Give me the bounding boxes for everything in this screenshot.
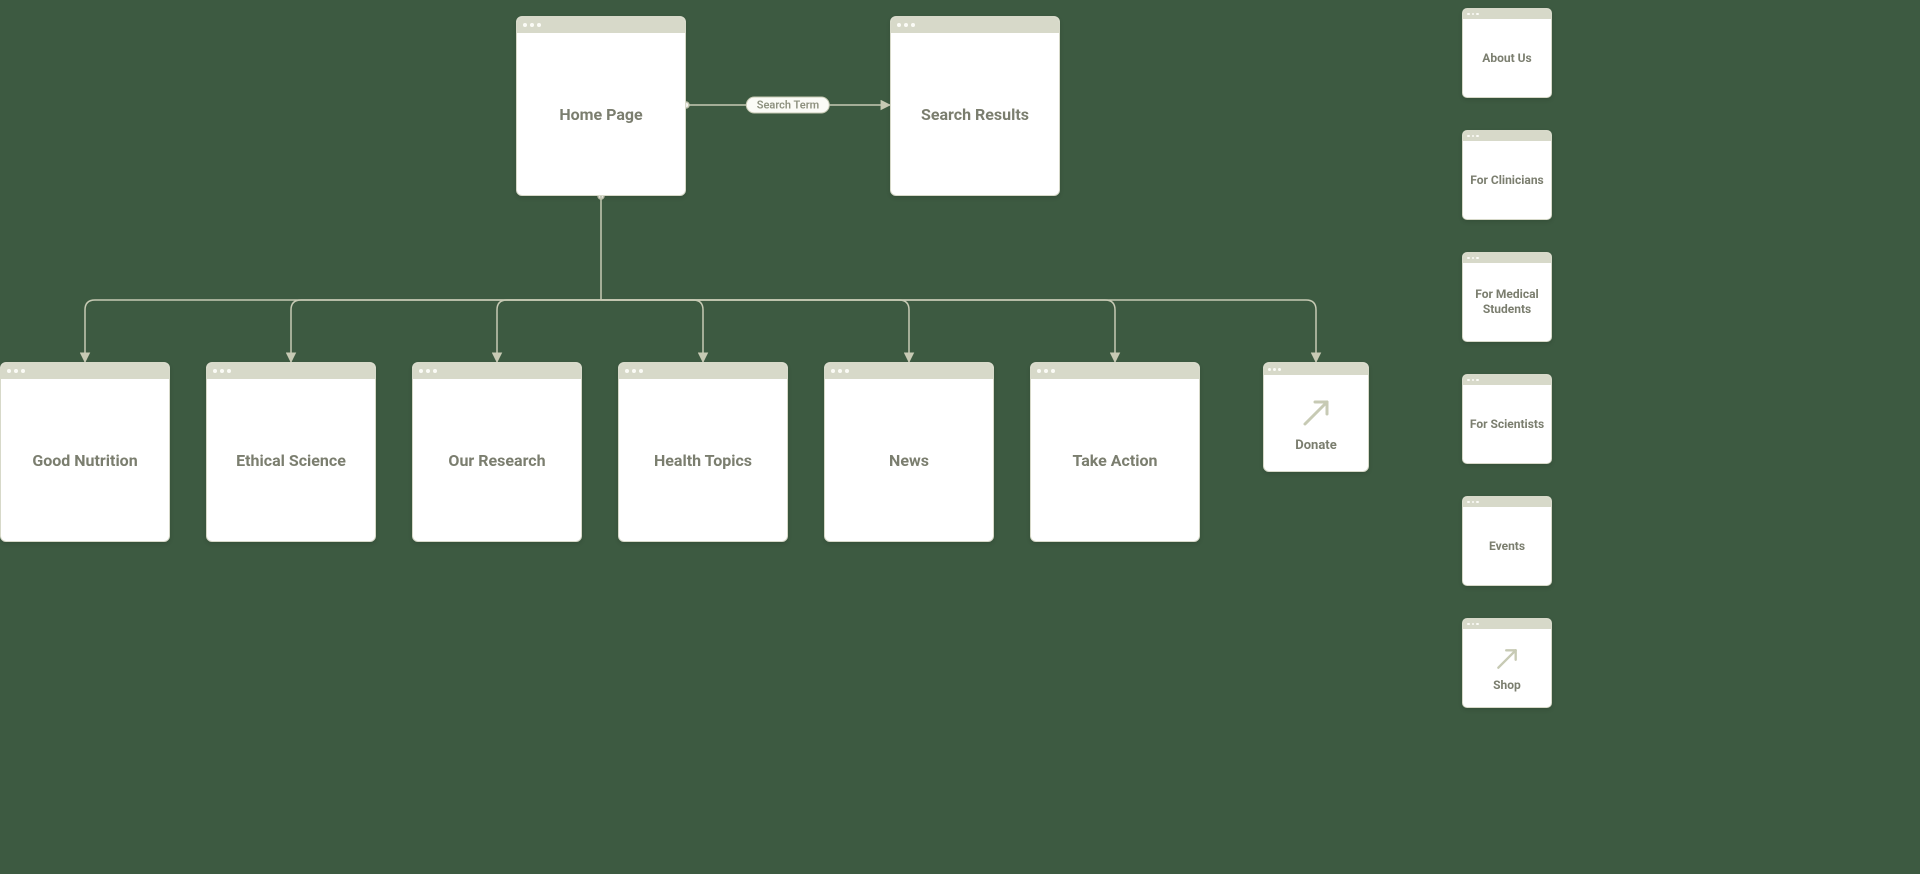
node-label: Our Research (413, 379, 581, 541)
window-titlebar-icon (1463, 375, 1551, 385)
sidebar-card-for-medical-students[interactable]: For Medical Students (1462, 252, 1552, 342)
node-good-nutrition[interactable]: Good Nutrition (0, 362, 170, 542)
node-health-topics[interactable]: Health Topics (618, 362, 788, 542)
node-search-results[interactable]: Search Results (890, 16, 1060, 196)
sitemap-canvas: Home Page Search Results Search Term Goo… (0, 0, 1920, 874)
sidebar-card-label: For Clinicians (1463, 141, 1551, 219)
sidebar-card-label: For Medical Students (1463, 263, 1551, 341)
sidebar-card-label: Events (1463, 507, 1551, 585)
node-label: Take Action (1031, 379, 1199, 541)
window-titlebar-icon (619, 363, 787, 379)
window-titlebar-icon (517, 17, 685, 33)
node-news[interactable]: News (824, 362, 994, 542)
window-titlebar-icon (1463, 131, 1551, 141)
node-ethical-science[interactable]: Ethical Science (206, 362, 376, 542)
sidebar-card-label: About Us (1463, 19, 1551, 97)
window-titlebar-icon (1463, 253, 1551, 263)
window-titlebar-icon (1463, 497, 1551, 507)
window-titlebar-icon (1031, 363, 1199, 379)
node-label: Search Results (891, 33, 1059, 195)
window-titlebar-icon (1, 363, 169, 379)
sidebar-card-label: Shop (1489, 678, 1525, 693)
node-label: Donate (1295, 438, 1336, 453)
sidebar-card-shop[interactable]: Shop (1462, 618, 1552, 708)
external-link-arrow-icon (1297, 394, 1335, 432)
node-label: Health Topics (619, 379, 787, 541)
window-titlebar-icon (1463, 9, 1551, 19)
window-titlebar-icon (207, 363, 375, 379)
node-donate[interactable]: Donate (1263, 362, 1369, 472)
node-take-action[interactable]: Take Action (1030, 362, 1200, 542)
node-our-research[interactable]: Our Research (412, 362, 582, 542)
window-titlebar-icon (825, 363, 993, 379)
window-titlebar-icon (413, 363, 581, 379)
sidebar-card-for-clinicians[interactable]: For Clinicians (1462, 130, 1552, 220)
node-label: Ethical Science (207, 379, 375, 541)
sidebar-card-about-us[interactable]: About Us (1462, 8, 1552, 98)
edge-label-search-term[interactable]: Search Term (746, 97, 830, 114)
window-titlebar-icon (1463, 619, 1551, 629)
node-home-page[interactable]: Home Page (516, 16, 686, 196)
sidebar-card-for-scientists[interactable]: For Scientists (1462, 374, 1552, 464)
sidebar-card-events[interactable]: Events (1462, 496, 1552, 586)
window-titlebar-icon (1264, 363, 1368, 375)
node-label: News (825, 379, 993, 541)
external-link-arrow-icon (1492, 644, 1522, 674)
node-label: Good Nutrition (1, 379, 169, 541)
sidebar-card-label: For Scientists (1463, 385, 1551, 463)
node-label: Home Page (517, 33, 685, 195)
window-titlebar-icon (891, 17, 1059, 33)
